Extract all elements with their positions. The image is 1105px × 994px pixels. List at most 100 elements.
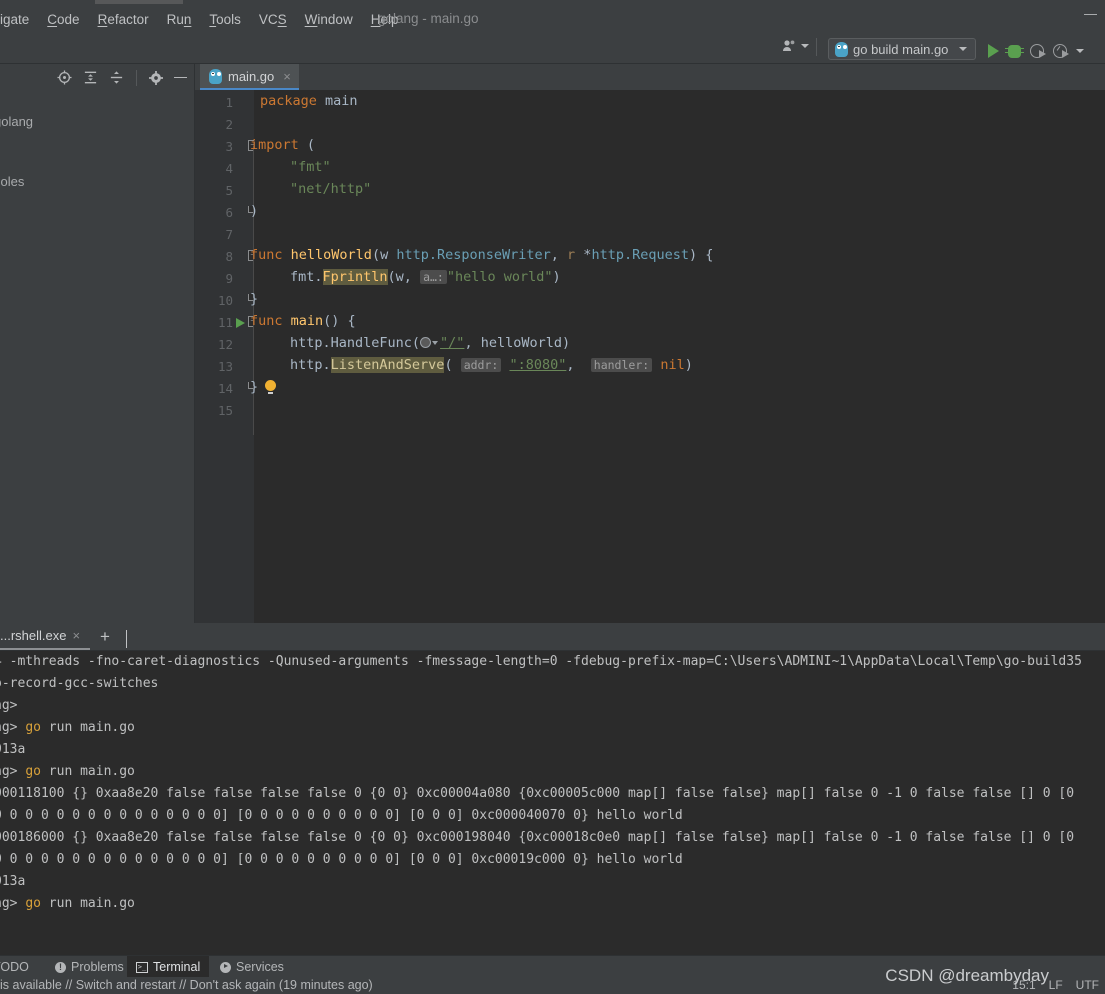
status-message[interactable]: is available // Switch and restart // Do…: [0, 978, 373, 992]
import-fmt: "fmt": [290, 159, 331, 175]
line-number: 3: [225, 139, 233, 154]
new-terminal-tab-button[interactable]: +: [100, 628, 110, 645]
window-title: golang - main.go: [378, 11, 479, 26]
line-separator[interactable]: LF: [1049, 978, 1063, 992]
intention-bulb-icon[interactable]: [265, 380, 276, 394]
terminal-tool-window: ...rshell.exe × + 4 -mthreads -fno-caret…: [0, 623, 1105, 955]
file-encoding[interactable]: UTF: [1076, 978, 1099, 992]
l8-star: *: [575, 247, 592, 263]
more-actions-chevron-down-icon[interactable]: [1076, 49, 1084, 53]
route-path[interactable]: "/": [440, 335, 464, 351]
tree-item-golang[interactable]: golang: [0, 114, 33, 129]
tool-window-todo-label: TODO: [0, 960, 29, 974]
run-gutter-icon[interactable]: [236, 318, 245, 328]
terminal-line: 013a: [0, 742, 26, 757]
param-hint-addr: addr:: [460, 358, 502, 372]
l12-pre: http.HandleFunc(: [290, 335, 421, 351]
terminal-prompt: ng>: [0, 720, 18, 735]
close-icon[interactable]: ×: [283, 69, 291, 84]
close-icon[interactable]: ×: [72, 628, 80, 643]
l9-open: (w,: [387, 269, 421, 285]
l13-open: (: [444, 357, 461, 373]
l9-fmt: fmt.: [290, 269, 323, 285]
pkg-name: main: [325, 93, 358, 109]
l12-mid: , helloWorld): [464, 335, 571, 351]
debug-button[interactable]: [1005, 44, 1024, 58]
menu-tools[interactable]: Tools: [200, 11, 250, 28]
kw-package: package: [260, 93, 317, 109]
l8-comma: ,: [550, 247, 568, 263]
code-line-5: "net/http": [290, 178, 371, 200]
terminal-output[interactable]: 4 -mthreads -fno-caret-diagnostics -Qunu…: [0, 651, 1105, 955]
terminal-line: 0 0 0 0 0 0 0 0 0 0 0 0 0 0 0] [0 0 0 0 …: [0, 808, 683, 823]
kw-import: import: [250, 137, 299, 153]
line-number: 8: [225, 249, 233, 264]
menu-window[interactable]: Window: [296, 11, 362, 28]
terminal-command: go: [25, 720, 41, 735]
code-text-area[interactable]: package main import ( "fmt" "net/http" )…: [250, 90, 1105, 623]
call-listenandserve: ListenAndServe: [330, 357, 445, 373]
expand-all-icon[interactable]: [83, 70, 98, 85]
user-account-button[interactable]: [782, 39, 809, 52]
line-number: 5: [225, 183, 233, 198]
project-tool-window: golang soles: [0, 64, 195, 623]
code-line-12: http.HandleFunc( "/", helloWorld): [290, 332, 570, 354]
line-number: 2: [225, 117, 233, 132]
terminal-line: ng> go run main.go: [0, 893, 135, 915]
addr-value[interactable]: ":8080": [509, 357, 566, 373]
go-file-icon: [209, 68, 222, 84]
run-button[interactable]: [988, 44, 999, 58]
editor-gutter[interactable]: 1 2 3 4 5 6 7 8 9 10 11 12 13 14 15 – – …: [195, 90, 259, 623]
terminal-line: ng> go run main.go: [0, 761, 135, 783]
param-hint-a: a…:: [420, 270, 447, 284]
chevron-down-icon[interactable]: [432, 341, 439, 345]
tool-window-problems[interactable]: ! Problems: [46, 956, 133, 978]
chevron-down-icon: [126, 630, 127, 648]
menu-navigate[interactable]: igate: [0, 11, 38, 28]
line-number: 6: [225, 205, 233, 220]
terminal-tabs-dropdown[interactable]: [126, 630, 127, 648]
terminal-session-label: ...rshell.exe: [0, 628, 67, 643]
line-number: 11: [217, 315, 233, 330]
str-hello-world: "hello world": [446, 269, 553, 285]
menu-run[interactable]: Run: [158, 11, 201, 28]
settings-gear-icon[interactable]: [149, 70, 163, 85]
line-number: 10: [217, 293, 233, 308]
profile-button[interactable]: [1053, 44, 1069, 58]
code-editor[interactable]: 1 2 3 4 5 6 7 8 9 10 11 12 13 14 15 – – …: [195, 90, 1105, 623]
func-name-helloworld: helloWorld: [290, 247, 372, 263]
tree-item-consoles[interactable]: soles: [0, 174, 24, 189]
l9-close: ): [552, 269, 561, 285]
minimize-icon[interactable]: [1084, 14, 1097, 15]
web-route-globe-icon[interactable]: [420, 337, 432, 348]
run-with-coverage-button[interactable]: [1030, 44, 1046, 58]
hide-panel-icon[interactable]: [174, 76, 187, 79]
editor-scrollbar[interactable]: [1092, 90, 1105, 623]
call-fprintln: Fprintln: [322, 269, 388, 285]
code-line-6: ): [250, 200, 258, 222]
line-number: 4: [225, 161, 233, 176]
tool-window-services[interactable]: Services: [211, 956, 293, 978]
title-bar: igate Code Refactor Run Tools VCS Window…: [0, 0, 1105, 30]
kw-func: func: [250, 247, 283, 263]
menu-vcs[interactable]: VCS: [250, 11, 296, 28]
l11-rest: () {: [323, 313, 356, 329]
menu-refactor[interactable]: Refactor: [89, 11, 158, 28]
services-play-icon: [220, 961, 231, 973]
caret-position[interactable]: 15:1: [1012, 978, 1035, 992]
terminal-session-tab[interactable]: ...rshell.exe ×: [0, 623, 91, 650]
collapse-all-icon[interactable]: [109, 70, 124, 85]
code-line-4: "fmt": [290, 156, 331, 178]
toolbar-divider: [816, 38, 817, 56]
tool-window-todo[interactable]: TODO: [0, 956, 38, 978]
menu-code-mnemonic: C: [47, 11, 58, 27]
run-configuration-selector[interactable]: go build main.go: [828, 38, 976, 60]
tool-window-terminal[interactable]: >_ Terminal: [127, 956, 210, 978]
type-request: http.Request: [591, 247, 689, 263]
locate-icon[interactable]: [57, 70, 72, 85]
menu-code[interactable]: Code: [38, 11, 88, 28]
menu-vcs-mnemonic: S: [277, 11, 287, 27]
editor-tab-main-go[interactable]: main.go ×: [200, 64, 299, 90]
project-tree[interactable]: golang soles: [0, 91, 195, 623]
menu-bar[interactable]: igate Code Refactor Run Tools VCS Window…: [0, 8, 407, 30]
